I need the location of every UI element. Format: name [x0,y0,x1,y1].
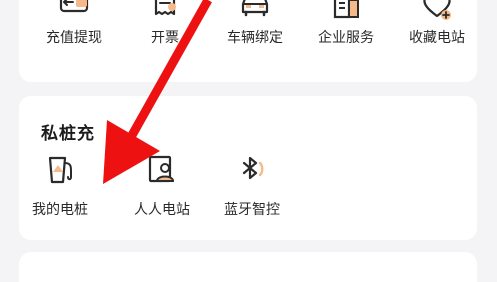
enterprise-service-label: 企业服务 [318,30,374,46]
bluetooth-control-label: 蓝牙智控 [224,202,280,218]
services-card: 充值提现 开票 车辆绑定 企业服务 收藏电站 [19,0,477,82]
wallet-icon [57,0,91,24]
bluetooth-control-button[interactable]: 蓝牙智控 [210,96,294,221]
enterprise-service-button[interactable]: 企业服务 [304,0,388,50]
invoice-icon [148,0,182,24]
private-pile-card: 私桩充 我的电桩 人人电站 蓝牙智控 [19,96,477,240]
recharge-withdraw-button[interactable]: 充值提现 [32,0,116,50]
bluetooth-icon [235,153,269,187]
recharge-withdraw-label: 充值提现 [46,30,102,46]
invoice-button[interactable]: 开票 [123,0,207,50]
favorite-stations-label: 收藏电站 [409,30,465,46]
charging-pile-icon [43,153,77,187]
car-icon [238,0,272,24]
building-icon [329,0,363,24]
heart-plus-icon [420,0,454,24]
my-charging-pile-button[interactable]: 我的电桩 [18,96,102,221]
vehicle-binding-label: 车辆绑定 [227,30,283,46]
everyone-station-label: 人人电站 [134,202,190,218]
favorite-stations-button[interactable]: 收藏电站 [395,0,479,50]
invoice-label: 开票 [151,30,179,46]
next-card [19,252,477,282]
my-charging-pile-label: 我的电桩 [32,202,88,218]
person-station-icon [145,153,179,187]
vehicle-binding-button[interactable]: 车辆绑定 [213,0,297,50]
everyone-station-button[interactable]: 人人电站 [120,96,204,221]
